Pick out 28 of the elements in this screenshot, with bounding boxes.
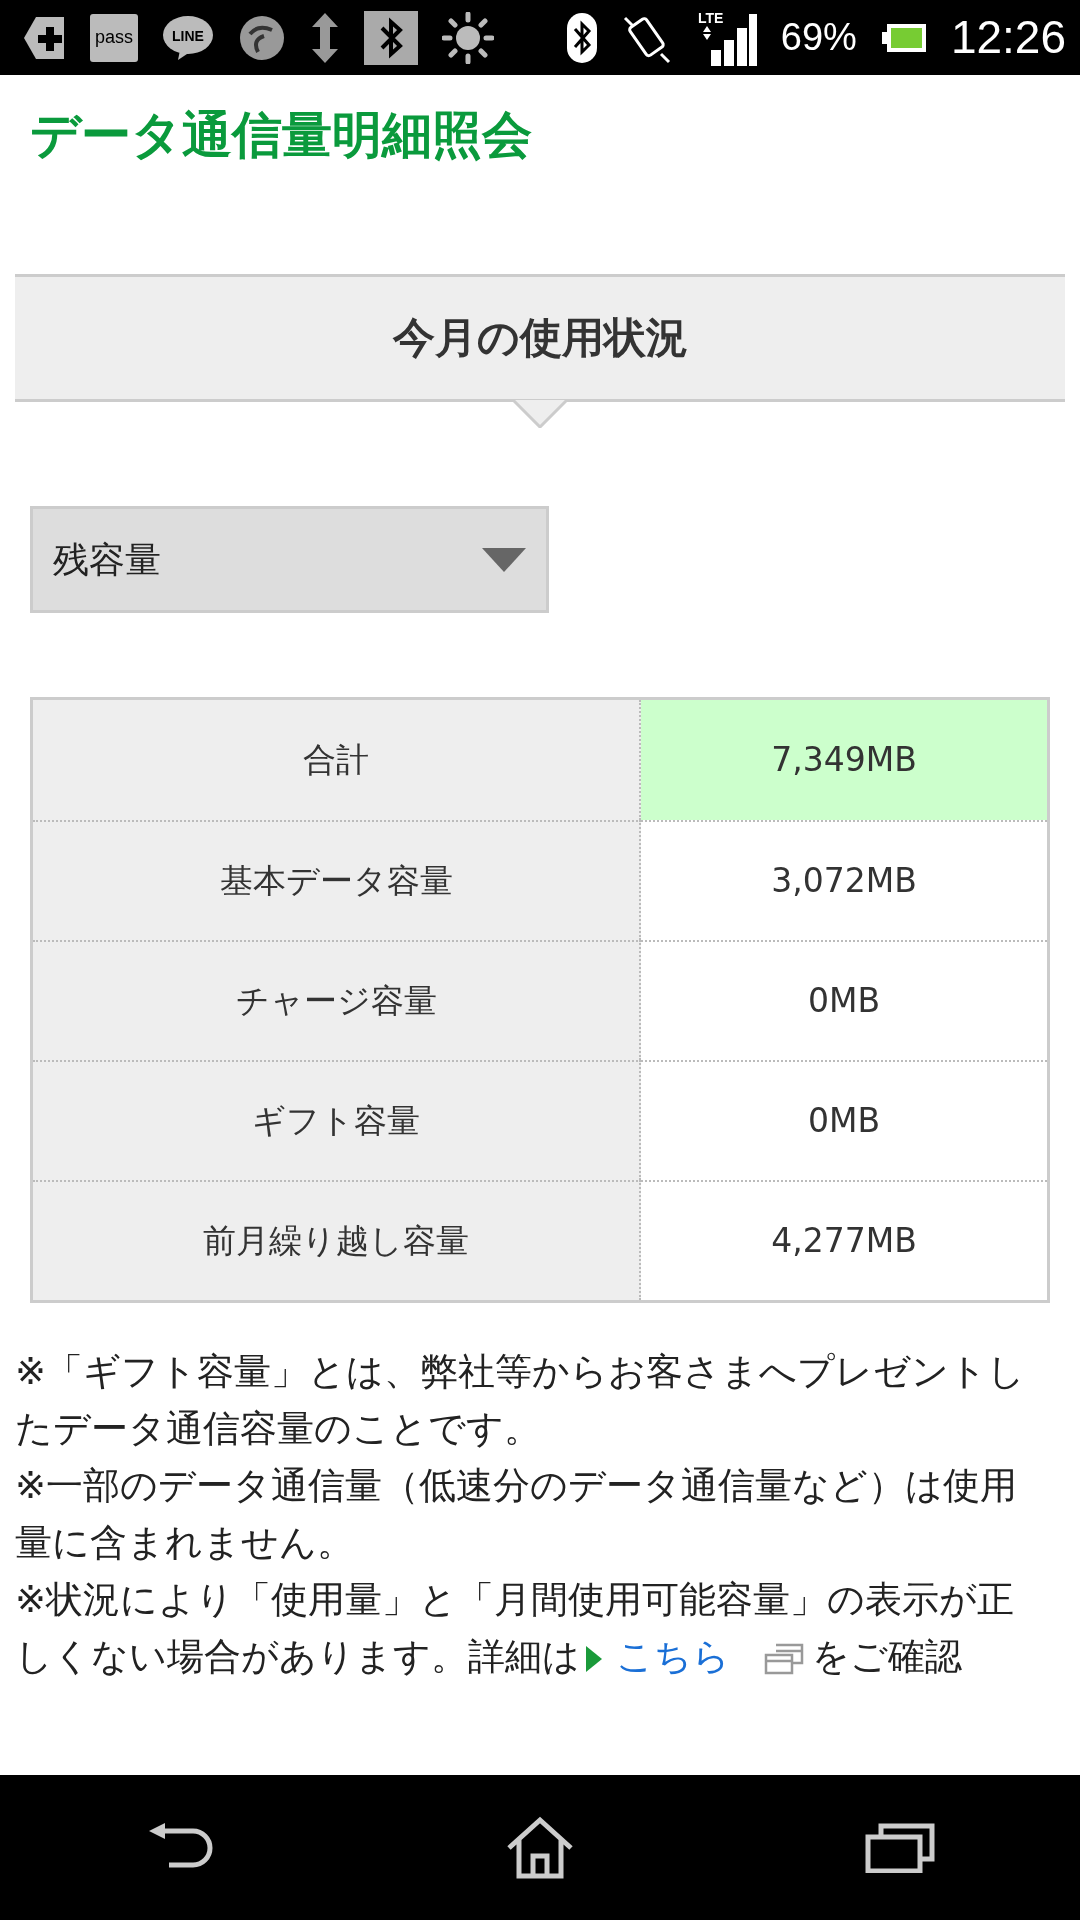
bluetooth-icon — [566, 12, 597, 63]
note-text: ※状況により「使用量」と「月間使用可能容量」の表示が正しくない場合があります。詳細は こちら をご確認 — [15, 1577, 1015, 1680]
dropdown-caret-icon — [482, 547, 526, 572]
section-title: 今月の使用状況 — [392, 312, 688, 364]
row-label: チャージ容量 — [33, 940, 641, 1060]
clock-time: 12:26 — [950, 10, 1066, 65]
row-label: ギフト容量 — [33, 1060, 641, 1180]
swirl-circle-icon — [238, 13, 286, 62]
brightness-sun-icon — [442, 11, 494, 64]
details-link[interactable]: こちら — [616, 1635, 730, 1678]
battery-percent: 69% — [780, 15, 857, 60]
recent-apps-icon[interactable] — [865, 1822, 935, 1873]
new-window-icon — [764, 1642, 804, 1675]
pass-app-icon: pass — [90, 13, 138, 62]
bluetooth-icon — [364, 10, 418, 65]
row-label: 合計 — [33, 700, 641, 820]
battery-icon — [880, 22, 927, 53]
row-label: 前月繰り越し容量 — [33, 1180, 641, 1300]
note-text: ※「ギフト容量」とは、弊社等からお客さまへプレゼントしたデータ通信容量のことです。 — [15, 1349, 1026, 1452]
capacity-dropdown[interactable]: 残容量 — [30, 506, 549, 613]
up-down-arrow-icon — [310, 12, 340, 63]
plus-tag-icon — [22, 14, 66, 61]
row-label: 基本データ容量 — [33, 820, 641, 940]
row-value: 7,349MB — [641, 700, 1047, 820]
link-triangle-icon — [586, 1645, 602, 1672]
home-icon[interactable] — [505, 1815, 575, 1880]
page-title: データ通信量明細照会 — [29, 105, 533, 166]
note-text: ※一部のデータ通信量（低速分のデータ通信量など）は使用量に含まれません。 — [15, 1463, 1018, 1566]
